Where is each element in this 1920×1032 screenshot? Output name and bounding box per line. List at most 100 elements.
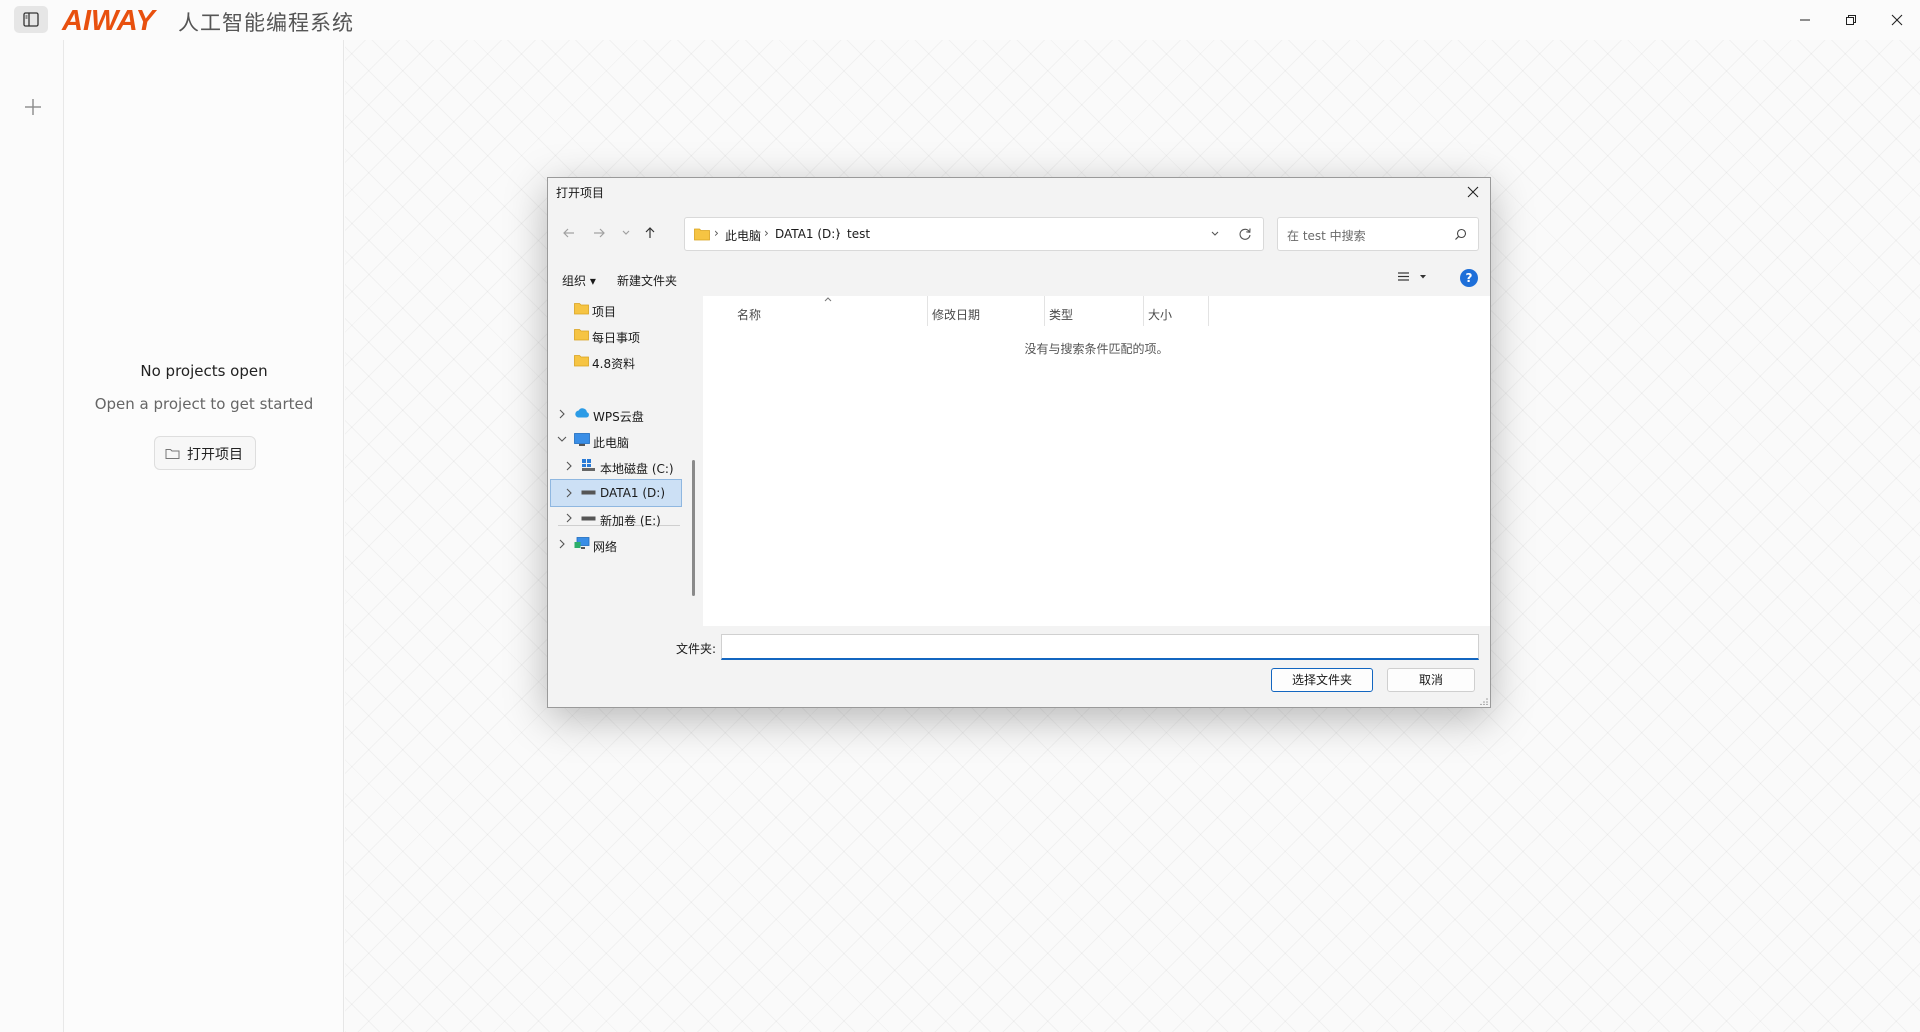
nav-item-network[interactable]: 网络 bbox=[550, 531, 682, 559]
nav-scrollbar[interactable] bbox=[686, 296, 702, 626]
column-header-type[interactable]: 类型 bbox=[1049, 306, 1073, 323]
chevron-down-icon[interactable] bbox=[1209, 228, 1221, 240]
chevron-right-icon[interactable] bbox=[565, 513, 573, 523]
drive-icon bbox=[581, 490, 596, 495]
windows-drive-icon bbox=[582, 459, 595, 471]
open-project-dialog: 打开项目 › 此电脑 › DATA1 (D:) › test 在 test 中搜… bbox=[547, 177, 1491, 708]
nav-item-drive-d[interactable]: DATA1 (D:) bbox=[550, 479, 682, 507]
chevron-down-icon bbox=[622, 230, 630, 235]
new-folder-button[interactable]: 新建文件夹 bbox=[617, 272, 677, 289]
recent-locations-button[interactable] bbox=[615, 222, 637, 244]
search-icon bbox=[1455, 228, 1467, 240]
nav-item-label: 网络 bbox=[593, 540, 618, 554]
up-button[interactable] bbox=[639, 222, 661, 244]
nav-item-this-pc[interactable]: 此电脑 bbox=[550, 427, 682, 455]
restore-icon bbox=[1846, 15, 1856, 25]
nav-item-label: 项目 bbox=[592, 305, 617, 319]
arrow-up-icon bbox=[645, 227, 655, 238]
view-options-button[interactable] bbox=[1396, 269, 1436, 291]
organize-menu[interactable]: 组织 ▾ bbox=[562, 272, 596, 289]
folder-icon bbox=[574, 355, 589, 367]
column-divider[interactable] bbox=[927, 296, 928, 326]
computer-icon bbox=[574, 433, 590, 446]
chevron-right-icon[interactable] bbox=[565, 461, 573, 471]
nav-item-label: 4.8资料 bbox=[592, 357, 636, 371]
empty-state-subtitle: Open a project to get started bbox=[94, 395, 314, 413]
forward-button[interactable] bbox=[588, 222, 610, 244]
nav-item-drive-e[interactable]: 新加卷 (E:) bbox=[550, 505, 682, 533]
column-header-modified[interactable]: 修改日期 bbox=[932, 306, 980, 323]
nav-item-label: 本地磁盘 (C:) bbox=[600, 462, 674, 476]
minimize-button[interactable] bbox=[1782, 0, 1828, 40]
breadcrumb-separator: › bbox=[836, 226, 841, 240]
address-bar[interactable]: › 此电脑 › DATA1 (D:) › test bbox=[684, 217, 1264, 251]
empty-state-title: No projects open bbox=[140, 362, 268, 380]
left-rail bbox=[0, 40, 64, 1032]
refresh-icon[interactable] bbox=[1238, 227, 1252, 241]
nav-item-drive-c[interactable]: 本地磁盘 (C:) bbox=[550, 453, 682, 481]
sort-ascending-icon bbox=[824, 297, 832, 302]
minimize-icon bbox=[1800, 19, 1810, 21]
resize-grip-icon[interactable] bbox=[1480, 697, 1488, 705]
folder-name-input[interactable] bbox=[721, 634, 1479, 660]
help-icon[interactable]: ? bbox=[1460, 269, 1478, 287]
cancel-button[interactable]: 取消 bbox=[1387, 668, 1475, 692]
chevron-right-icon[interactable] bbox=[565, 488, 573, 498]
projects-panel: No projects open Open a project to get s… bbox=[64, 40, 344, 1032]
nav-item-daily[interactable]: 每日事项 bbox=[562, 322, 682, 350]
close-icon bbox=[1891, 14, 1903, 26]
navigation-pane: 项目 每日事项 4.8资料 WPS云盘 此电脑 本地磁盘 (C:) DATA1 … bbox=[548, 296, 702, 626]
chevron-down-icon[interactable] bbox=[557, 435, 567, 443]
dialog-title: 打开项目 bbox=[556, 186, 605, 200]
breadcrumb-this-pc[interactable]: 此电脑 bbox=[725, 227, 761, 244]
dialog-close-button[interactable] bbox=[1456, 178, 1490, 206]
title-bar: AIWAY 人工智能编程系统 bbox=[0, 0, 1920, 40]
nav-item-materials[interactable]: 4.8资料 bbox=[562, 348, 682, 376]
nav-item-wps-cloud[interactable]: WPS云盘 bbox=[550, 401, 682, 429]
arrow-right-icon bbox=[594, 228, 605, 238]
back-button[interactable] bbox=[558, 222, 580, 244]
breadcrumb-test[interactable]: test bbox=[847, 227, 870, 241]
cloud-icon bbox=[575, 408, 589, 418]
nav-item-label: WPS云盘 bbox=[593, 410, 644, 424]
add-icon[interactable] bbox=[22, 96, 44, 118]
column-header-size[interactable]: 大小 bbox=[1148, 306, 1172, 323]
drive-icon bbox=[581, 516, 596, 521]
chevron-right-icon[interactable] bbox=[558, 409, 566, 419]
close-window-button[interactable] bbox=[1874, 0, 1920, 40]
column-divider[interactable] bbox=[1044, 296, 1045, 326]
breadcrumb-separator: › bbox=[714, 226, 719, 240]
nav-item-label: 每日事项 bbox=[592, 331, 641, 345]
close-icon bbox=[1467, 186, 1479, 198]
nav-item-label: 此电脑 bbox=[593, 436, 630, 450]
open-project-label: 打开项目 bbox=[187, 447, 243, 463]
nav-item-label: 新加卷 (E:) bbox=[600, 514, 661, 528]
search-input[interactable]: 在 test 中搜索 bbox=[1277, 217, 1479, 251]
sidebar-toggle-button[interactable] bbox=[14, 6, 48, 33]
chevron-right-icon[interactable] bbox=[558, 539, 566, 549]
folder-icon bbox=[165, 449, 180, 459]
sidebar-panel-icon bbox=[23, 12, 39, 27]
folder-label: 文件夹: bbox=[676, 642, 717, 656]
open-project-button[interactable]: 打开项目 bbox=[154, 436, 256, 470]
network-icon bbox=[574, 537, 590, 549]
nav-item-project[interactable]: 项目 bbox=[562, 296, 682, 324]
breadcrumb-separator: › bbox=[764, 226, 769, 240]
scrollbar-thumb[interactable] bbox=[692, 460, 695, 596]
search-placeholder: 在 test 中搜索 bbox=[1287, 229, 1366, 243]
column-divider[interactable] bbox=[1208, 296, 1209, 326]
restore-button[interactable] bbox=[1828, 0, 1874, 40]
file-list: 名称 修改日期 类型 大小 没有与搜索条件匹配的项。 bbox=[703, 296, 1490, 626]
breadcrumb-drive-d[interactable]: DATA1 (D:) bbox=[775, 227, 840, 241]
folder-icon bbox=[694, 228, 710, 241]
svg-text:AIWAY: AIWAY bbox=[61, 5, 158, 36]
column-header-name[interactable]: 名称 bbox=[737, 306, 761, 323]
select-folder-button[interactable]: 选择文件夹 bbox=[1271, 668, 1373, 692]
arrow-left-icon bbox=[563, 228, 574, 238]
empty-list-message: 没有与搜索条件匹配的项。 bbox=[1024, 342, 1169, 356]
column-divider[interactable] bbox=[1143, 296, 1144, 326]
aiway-logo: AIWAY bbox=[61, 5, 158, 36]
folder-icon bbox=[574, 303, 589, 315]
folder-icon bbox=[574, 329, 589, 341]
nav-item-label: DATA1 (D:) bbox=[600, 486, 666, 500]
